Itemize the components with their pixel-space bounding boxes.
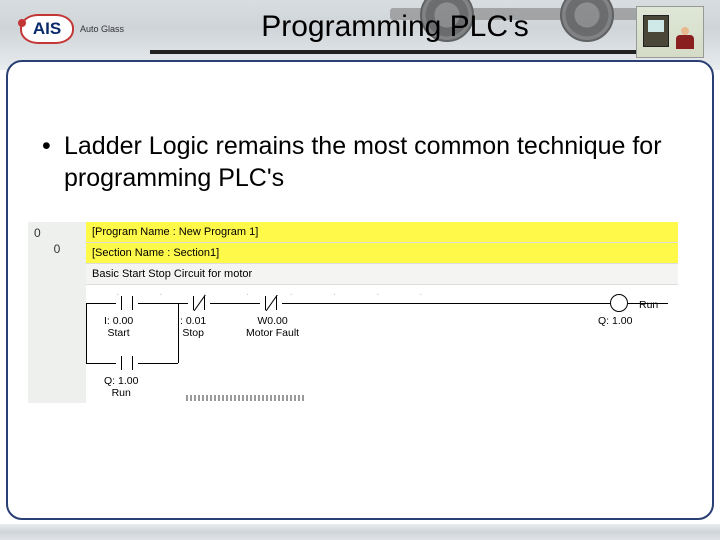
person-icon xyxy=(673,27,697,53)
contact-motor-fault xyxy=(260,296,282,310)
section-name-band: [Section Name : Section1] xyxy=(86,243,678,264)
rung-gutter xyxy=(28,285,86,403)
contact-start xyxy=(116,296,138,310)
logo-badge: AIS xyxy=(20,14,74,44)
label-coil-name: Run xyxy=(639,299,658,311)
ladder-diagram: 0 0 [Program Name : New Program 1] [Sect… xyxy=(28,222,678,403)
slide-title-bar: Programming PLC's xyxy=(150,8,640,54)
ladder-gutter: 0 0 xyxy=(28,222,86,285)
logo-subtext: Auto Glass xyxy=(80,24,124,34)
rung-comment-band: Basic Start Stop Circuit for motor xyxy=(86,264,678,285)
contact-stop xyxy=(188,296,210,310)
label-start: I: 0.00 Start xyxy=(104,315,133,339)
company-logo: AIS Auto Glass xyxy=(20,14,138,44)
gutter-index-a: 0 xyxy=(28,222,86,242)
label-stop: : 0.01 Stop xyxy=(180,315,206,339)
content-frame: Ladder Logic remains the most common tec… xyxy=(6,60,714,520)
gutter-index-b: 0 xyxy=(28,242,86,262)
contact-run-seal xyxy=(116,356,138,370)
footer-background xyxy=(0,524,720,540)
label-coil-addr: Q: 1.00 xyxy=(598,315,632,327)
label-fault: W0.00 Motor Fault xyxy=(246,315,299,339)
coil-run xyxy=(610,294,628,312)
bullet-main: Ladder Logic remains the most common tec… xyxy=(42,130,692,194)
corner-thumbnail xyxy=(636,6,704,58)
machine-icon xyxy=(643,15,669,47)
slide-title: Programming PLC's xyxy=(160,10,630,44)
label-seal: Q: 1.00 Run xyxy=(104,375,138,399)
end-hatch xyxy=(186,395,306,401)
program-name-band: [Program Name : New Program 1] xyxy=(86,222,678,243)
rung-0: ········ xyxy=(86,285,678,403)
